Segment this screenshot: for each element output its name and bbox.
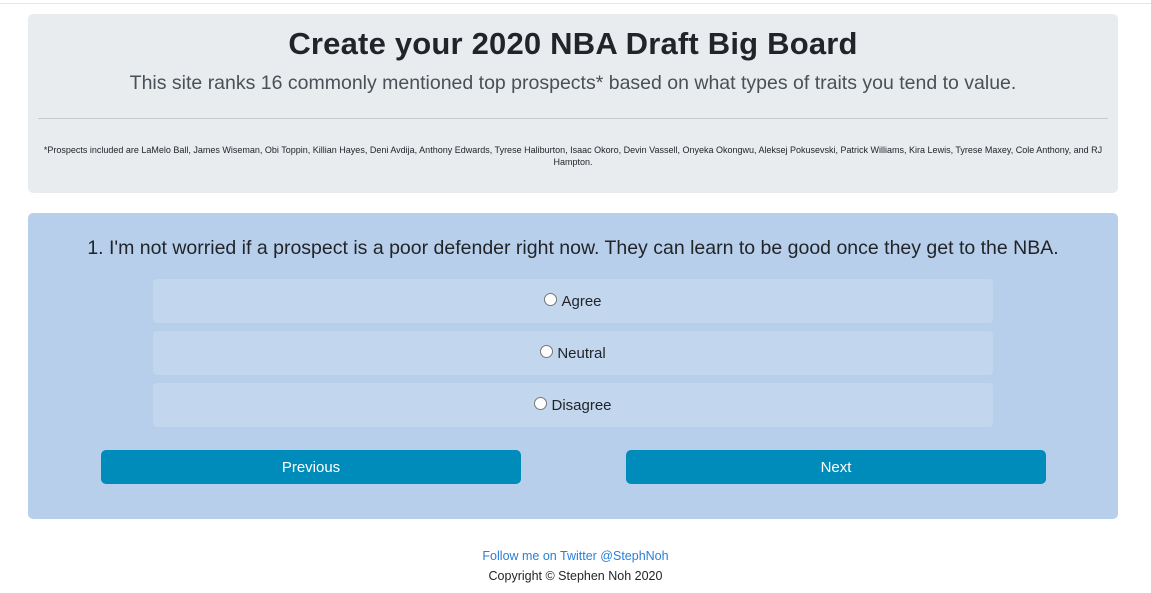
option-neutral[interactable]: Neutral (153, 331, 993, 375)
disagree-radio[interactable] (534, 396, 548, 410)
question-card: 1. I'm not worried if a prospect is a po… (28, 213, 1118, 519)
option-label: Agree (561, 292, 602, 310)
agree-radio[interactable] (544, 292, 558, 306)
header-jumbotron: Create your 2020 NBA Draft Big Board Thi… (28, 14, 1118, 193)
neutral-radio[interactable] (540, 344, 554, 358)
prospects-footnote: *Prospects included are LaMelo Ball, Jam… (43, 145, 1103, 167)
twitter-link[interactable]: Follow me on Twitter @StephNoh (482, 549, 668, 563)
option-label: Disagree (551, 396, 612, 414)
header-divider (38, 118, 1108, 119)
option-agree[interactable]: Agree (153, 279, 993, 323)
option-disagree[interactable]: Disagree (153, 383, 993, 427)
copyright-text: Copyright © Stephen Noh 2020 (488, 569, 663, 583)
footer: Follow me on Twitter @StephNoh Copyright… (0, 546, 1151, 586)
question-text: 1. I'm not worried if a prospect is a po… (87, 237, 1059, 259)
previous-button[interactable]: Previous (101, 450, 521, 484)
page-title: Create your 2020 NBA Draft Big Board (288, 26, 858, 61)
top-divider (0, 3, 1151, 4)
option-label: Neutral (557, 344, 606, 362)
page-subtitle: This site ranks 16 commonly mentioned to… (129, 72, 1017, 94)
next-button[interactable]: Next (626, 450, 1046, 484)
